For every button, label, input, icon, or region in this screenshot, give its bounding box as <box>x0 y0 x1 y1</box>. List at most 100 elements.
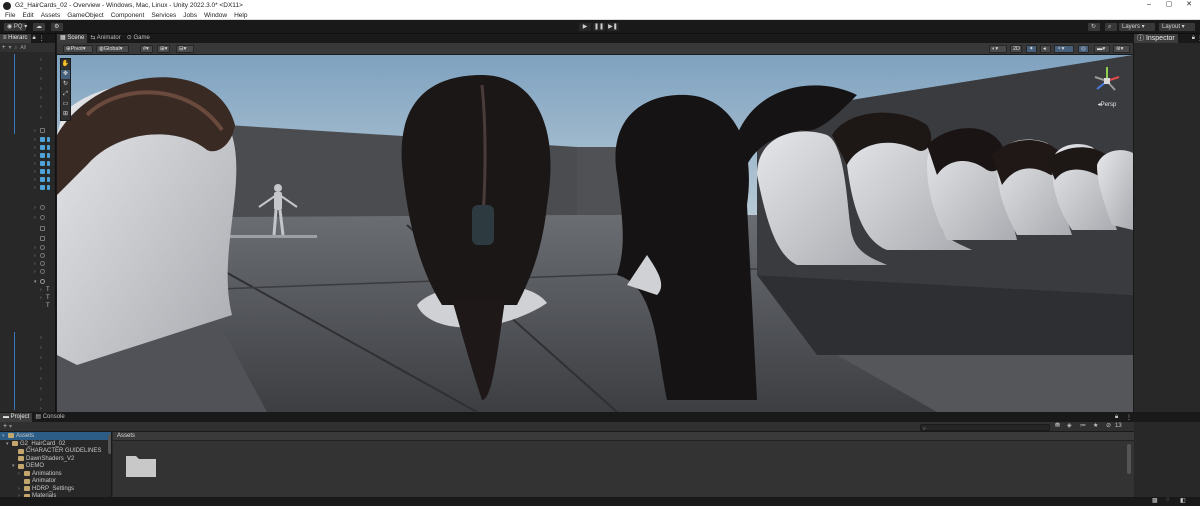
menu-help[interactable]: Help <box>234 12 247 19</box>
expand-arrow-icon[interactable]: ▾ <box>34 279 38 285</box>
breadcrumb-assets[interactable]: Assets <box>117 433 135 439</box>
expand-arrow-icon[interactable]: › <box>40 115 44 121</box>
expand-arrow-icon[interactable]: › <box>40 366 44 372</box>
project-search-input[interactable]: ⌕ <box>920 424 1050 432</box>
expand-arrow-icon[interactable]: › <box>18 471 22 477</box>
play-button[interactable]: ▶ <box>578 22 592 32</box>
expand-arrow-icon[interactable]: › <box>34 177 38 183</box>
persp-label[interactable]: ◂Persp <box>1087 101 1127 108</box>
account-dropdown[interactable]: ◉ PQ ▾ <box>3 22 27 32</box>
expand-arrow-icon[interactable]: › <box>34 215 38 221</box>
audio-toggle[interactable]: ◂ <box>1040 45 1051 53</box>
notification-icon[interactable]: ◧ <box>1180 497 1186 504</box>
expand-arrow-icon[interactable]: › <box>40 95 44 101</box>
increment-snap-button[interactable]: ⊟▾ <box>176 45 194 53</box>
expand-arrow-icon[interactable]: › <box>18 486 22 492</box>
expand-arrow-icon[interactable]: › <box>40 376 44 382</box>
hierarchy-add-button[interactable]: + <box>2 45 6 51</box>
tab-project[interactable]: ▬ Project <box>0 413 33 422</box>
layers-dropdown[interactable]: Layers ▾ <box>1118 22 1156 32</box>
tree-item-dawnshaders[interactable]: DawnShaders_V2 <box>12 455 74 463</box>
project-add-button[interactable]: + <box>3 423 7 430</box>
expand-arrow-icon[interactable]: › <box>40 406 44 412</box>
menu-window[interactable]: Window <box>204 12 227 19</box>
favorite-icon[interactable]: ★ <box>1093 422 1098 429</box>
orientation-gizmo[interactable]: ◂Persp <box>1087 63 1127 111</box>
step-button[interactable]: ▶❚ <box>606 22 620 32</box>
collab-button[interactable]: ⚙ <box>50 22 64 32</box>
lock-icon[interactable]: 🔒︎ <box>1115 414 1118 421</box>
expand-arrow-icon[interactable]: › <box>34 269 38 275</box>
expand-arrow-icon[interactable]: › <box>40 76 44 82</box>
minimize-button[interactable]: – <box>1139 0 1159 11</box>
hand-tool-icon[interactable]: ✋ <box>61 60 70 69</box>
expand-arrow-icon[interactable]: › <box>40 86 44 92</box>
tree-item-hdrp-settings[interactable]: › HDRP_Settings <box>18 485 74 493</box>
expand-arrow-icon[interactable]: › <box>40 295 44 301</box>
tab-console[interactable]: ▤ Console <box>32 413 67 422</box>
hierarchy-search-input[interactable]: All <box>20 45 26 51</box>
expand-arrow-icon[interactable]: › <box>34 161 38 167</box>
expand-arrow-icon[interactable]: › <box>40 287 44 293</box>
expand-arrow-icon[interactable]: › <box>34 137 38 143</box>
menu-dots-icon[interactable]: ⋮ <box>1126 414 1132 421</box>
grid-dropdown[interactable]: #▾ <box>140 45 153 53</box>
tab-hierarchy[interactable]: ≡ Hierarc <box>0 34 31 43</box>
expand-arrow-icon[interactable]: › <box>34 261 38 267</box>
transform-tool-icon[interactable]: ⊞ <box>61 110 70 119</box>
snap-dropdown[interactable]: ⊞▾ <box>157 45 170 53</box>
maximize-button[interactable]: ▢ <box>1159 0 1179 11</box>
expand-arrow-icon[interactable]: › <box>40 66 44 72</box>
rotate-tool-icon[interactable]: ↻ <box>61 80 70 89</box>
global-dropdown[interactable]: ◍Global▾ <box>96 45 129 53</box>
hidden-objects-toggle[interactable]: ◎ <box>1078 45 1089 53</box>
expand-arrow-icon[interactable]: › <box>40 397 44 403</box>
filter-type-icon[interactable]: ⛃ <box>1055 422 1060 429</box>
menu-gameobject[interactable]: GameObject <box>67 12 104 19</box>
filter-label-icon[interactable]: ◈ <box>1067 422 1072 429</box>
filter-log-icon[interactable]: ≔ <box>1080 422 1086 429</box>
menu-jobs[interactable]: Jobs <box>183 12 197 19</box>
grid-scrollbar[interactable] <box>1127 444 1131 474</box>
close-button[interactable]: ✕ <box>1179 0 1199 11</box>
tree-item-demo[interactable]: ▾ DEMO <box>12 463 44 471</box>
scale-tool-icon[interactable]: ⤢ <box>61 90 70 99</box>
tree-item-assets[interactable]: ▾ Assets <box>0 432 111 440</box>
tab-scene[interactable]: ▦ Scene <box>57 34 88 43</box>
tab-game[interactable]: ⊙ Game <box>124 34 153 43</box>
pause-button[interactable]: ❚❚ <box>592 22 606 32</box>
expand-arrow-icon[interactable]: ▾ <box>12 463 16 469</box>
history-button[interactable]: ↻ <box>1087 22 1101 32</box>
tree-item-character-guidelines[interactable]: CHARACTER GUIDELINES <box>12 448 101 456</box>
expand-arrow-icon[interactable]: › <box>40 355 44 361</box>
2d-toggle[interactable]: 2D <box>1010 45 1022 53</box>
tree-item-animator[interactable]: Animator <box>18 478 56 486</box>
expand-arrow-icon[interactable]: › <box>40 345 44 351</box>
menu-assets[interactable]: Assets <box>41 12 61 19</box>
tab-inspector[interactable]: ⓘ Inspector <box>1134 34 1178 43</box>
move-tool-icon[interactable]: ✥ <box>61 70 70 79</box>
progress-icon[interactable]: ▩ <box>1152 497 1158 504</box>
cloud-button[interactable]: ☁ <box>32 22 46 32</box>
expand-arrow-icon[interactable]: › <box>34 169 38 175</box>
tab-animator[interactable]: ⇆ Animator <box>87 34 123 43</box>
layout-dropdown[interactable]: Layout ▾ <box>1158 22 1196 32</box>
search-button[interactable]: ⌕ <box>1104 22 1118 32</box>
expand-arrow-icon[interactable]: ▾ <box>2 433 6 439</box>
effects-dropdown[interactable]: ✧▾ <box>1054 45 1074 53</box>
expand-arrow-icon[interactable]: › <box>34 128 38 134</box>
menu-component[interactable]: Component <box>111 12 145 19</box>
expand-arrow-icon[interactable]: › <box>34 153 38 159</box>
menu-services[interactable]: Services <box>151 12 176 19</box>
expand-arrow-icon[interactable]: › <box>40 386 44 392</box>
expand-arrow-icon[interactable]: › <box>34 145 38 151</box>
scene-viewport[interactable]: ✋ ✥ ↻ ⤢ ▭ ⊞ ◂Persp <box>57 55 1133 412</box>
lock-icon[interactable]: 🔒︎ <box>1192 35 1195 42</box>
lock-icon[interactable]: 🔒︎ <box>33 35 36 42</box>
menu-dots-icon[interactable]: ⋮ <box>39 35 45 42</box>
draw-mode-dropdown[interactable]: ◐▾ <box>989 45 1007 53</box>
expand-arrow-icon[interactable]: › <box>34 205 38 211</box>
tree-item-g2-haircard[interactable]: ▾ G2_HairCard_02 <box>6 440 65 448</box>
menu-edit[interactable]: Edit <box>22 12 33 19</box>
rect-tool-icon[interactable]: ▭ <box>61 100 70 109</box>
